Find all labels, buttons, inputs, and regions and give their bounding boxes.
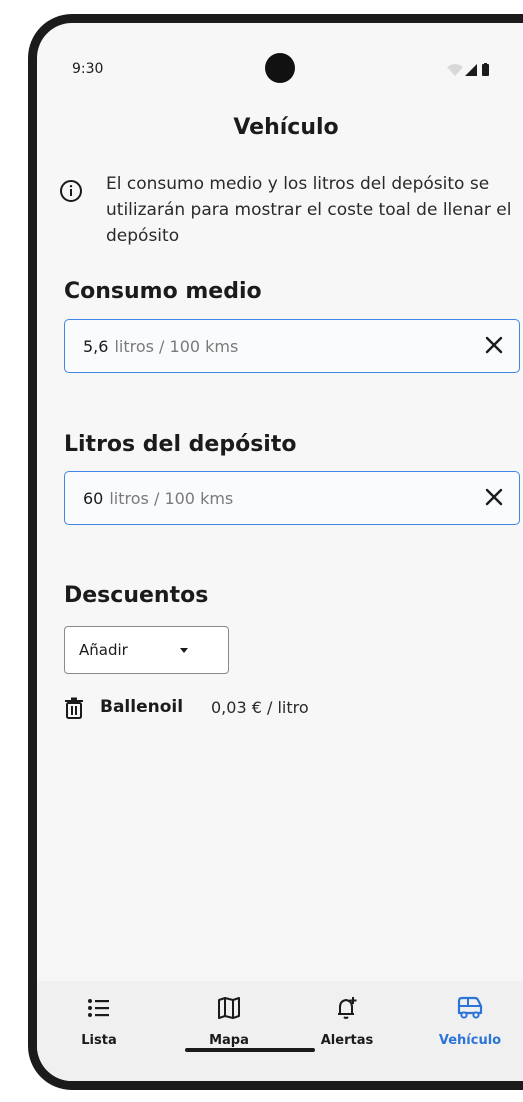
status-time: 9:30 — [72, 61, 104, 77]
nav-label-alertas: Alertas — [320, 1033, 374, 1048]
list-icon — [88, 999, 109, 1017]
clear-deposito-icon[interactable] — [481, 484, 507, 510]
nav-label-lista: Lista — [81, 1033, 117, 1048]
nav-label-mapa: Mapa — [209, 1033, 249, 1048]
nav-item-lista[interactable]: Lista — [44, 995, 154, 1048]
info-text: El consumo medio y los litros del depósi… — [106, 174, 512, 246]
deposito-unit: litros / 100 kms — [109, 489, 234, 508]
deposito-value[interactable]: 60 — [83, 489, 103, 508]
add-discount-select[interactable]: Añadir — [64, 626, 229, 674]
discount-name: Ballenoil — [100, 697, 184, 717]
dropdown-caret-icon — [180, 648, 188, 653]
deposito-field[interactable]: 60 litros / 100 kms — [64, 471, 520, 525]
camera-cutout — [265, 53, 295, 83]
system-icons — [447, 63, 491, 77]
bottom-navigation: Lista Mapa Alertas Vehículo — [37, 981, 523, 1081]
descuentos-title: Descuentos — [64, 583, 209, 608]
status-bar: 9:30 — [37, 23, 523, 93]
clear-consumo-icon[interactable] — [481, 332, 507, 358]
vehicle-icon — [457, 996, 483, 1019]
consumo-unit: litros / 100 kms — [114, 337, 239, 356]
home-indicator — [185, 1048, 315, 1052]
info-icon — [60, 180, 82, 202]
phone-frame: 9:30 Vehículo El consumo medio y los lit… — [28, 14, 523, 1090]
signal-battery-icon — [447, 63, 489, 76]
consumo-value-wrap: 5,6 litros / 100 kms — [83, 337, 238, 356]
consumo-value[interactable]: 5,6 — [83, 337, 108, 356]
nav-item-mapa[interactable]: Mapa — [174, 995, 284, 1048]
alert-add-icon — [338, 997, 357, 1019]
deposito-value-wrap: 60 litros / 100 kms — [83, 489, 233, 508]
page-title: Vehículo — [233, 115, 339, 140]
nav-item-alertas[interactable]: Alertas — [292, 995, 402, 1048]
discount-price: 0,03 € / litro — [211, 698, 309, 717]
trash-icon[interactable] — [64, 697, 84, 719]
deposito-title: Litros del depósito — [64, 432, 297, 457]
select-label: Añadir — [79, 641, 128, 659]
nav-label-vehiculo: Vehículo — [438, 1033, 502, 1048]
nav-item-vehiculo[interactable]: Vehículo — [415, 995, 523, 1048]
consumo-title: Consumo medio — [64, 279, 262, 304]
map-icon — [218, 997, 240, 1019]
consumo-field[interactable]: 5,6 litros / 100 kms — [64, 319, 520, 373]
